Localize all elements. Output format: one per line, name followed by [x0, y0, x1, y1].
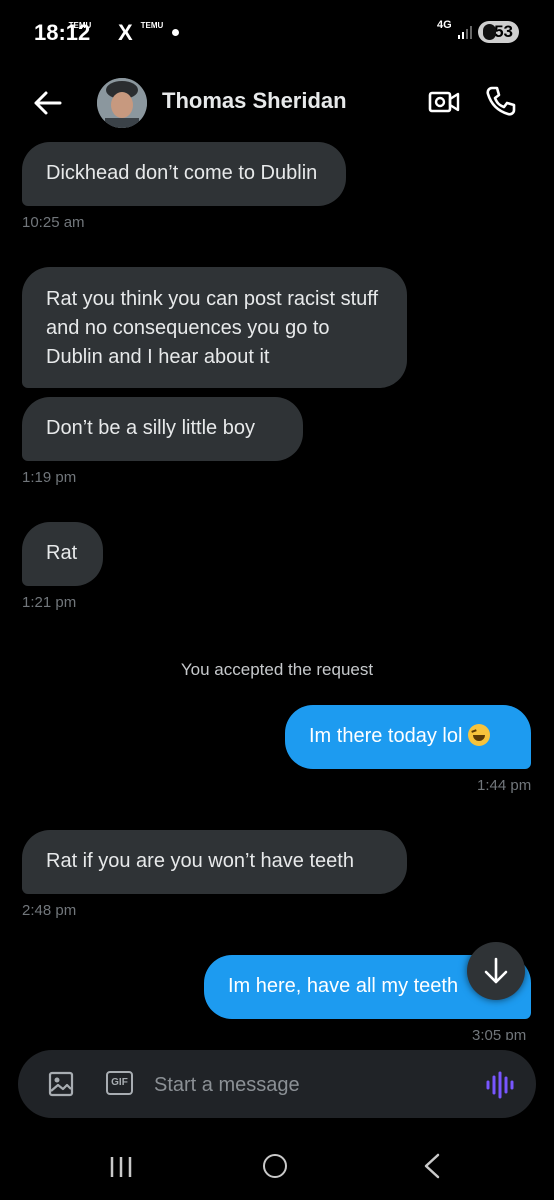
nav-back-icon[interactable] [420, 1152, 444, 1180]
gif-button[interactable]: GIF [106, 1071, 133, 1095]
home-icon[interactable] [263, 1154, 287, 1178]
avatar[interactable] [97, 78, 147, 128]
scroll-to-bottom-button[interactable] [467, 942, 525, 1000]
image-icon[interactable] [48, 1071, 74, 1097]
contact-name[interactable]: Thomas Sheridan [162, 88, 347, 114]
message-timestamp: 10:25 am [22, 214, 85, 231]
message-bubble-received[interactable]: Rat if you are you won’t have teeth [22, 830, 407, 894]
message-bubble-received[interactable]: Don’t be a silly little boy [22, 397, 303, 461]
voice-waveform-icon[interactable] [485, 1071, 515, 1099]
message-bubble-received[interactable]: Rat you think you can post racist stuff … [22, 267, 407, 388]
battery-indicator: 53 [478, 21, 519, 43]
phone-icon[interactable] [484, 84, 518, 118]
network-type: 4G [437, 19, 452, 31]
message-text: Im there today lol [309, 725, 463, 747]
message-text: Dickhead don’t come to Dublin [46, 162, 318, 184]
message-text: Don’t be a silly little boy [46, 417, 255, 439]
system-message: You accepted the request [180, 660, 374, 679]
system-navigation-bar [0, 1130, 554, 1200]
video-call-icon[interactable] [428, 86, 460, 118]
message-timestamp: 2:48 pm [22, 902, 77, 919]
x-notification-icon: X [118, 20, 133, 45]
arrow-left-icon[interactable] [30, 86, 64, 120]
message-text: Rat [46, 542, 78, 564]
status-bar: 18:12 TEMU X TEMU 4G 53 [0, 0, 554, 64]
grinning-squinting-face-icon [468, 724, 491, 746]
message-text: Im here, have all my teeth [228, 975, 459, 997]
avatar-photo [97, 78, 147, 128]
message-bubble-sent[interactable]: Im there today lol [285, 705, 531, 769]
message-timestamp: 1:44 pm [477, 777, 532, 794]
battery-saver-icon [483, 24, 496, 40]
message-timestamp: 1:21 pm [22, 594, 77, 611]
message-bubble-received[interactable]: Rat [22, 522, 103, 586]
temu-notification-icon-2: TEMU [140, 21, 164, 30]
message-text: Rat if you are you won’t have teeth [46, 850, 354, 872]
message-bubble-received[interactable]: Dickhead don’t come to Dublin [22, 142, 346, 206]
recent-apps-icon[interactable] [108, 1156, 134, 1178]
arrow-down-icon [484, 957, 508, 984]
conversation-header: Thomas Sheridan [0, 64, 554, 140]
signal-icon [458, 26, 472, 39]
more-notifications-dot [172, 29, 179, 36]
message-timestamp: 1:19 pm [22, 469, 77, 486]
message-input[interactable] [154, 1070, 454, 1100]
message-composer: GIF [18, 1050, 536, 1118]
message-text: Rat you think you can post racist stuff … [46, 288, 379, 368]
temu-notification-icon: TEMU [68, 21, 92, 30]
